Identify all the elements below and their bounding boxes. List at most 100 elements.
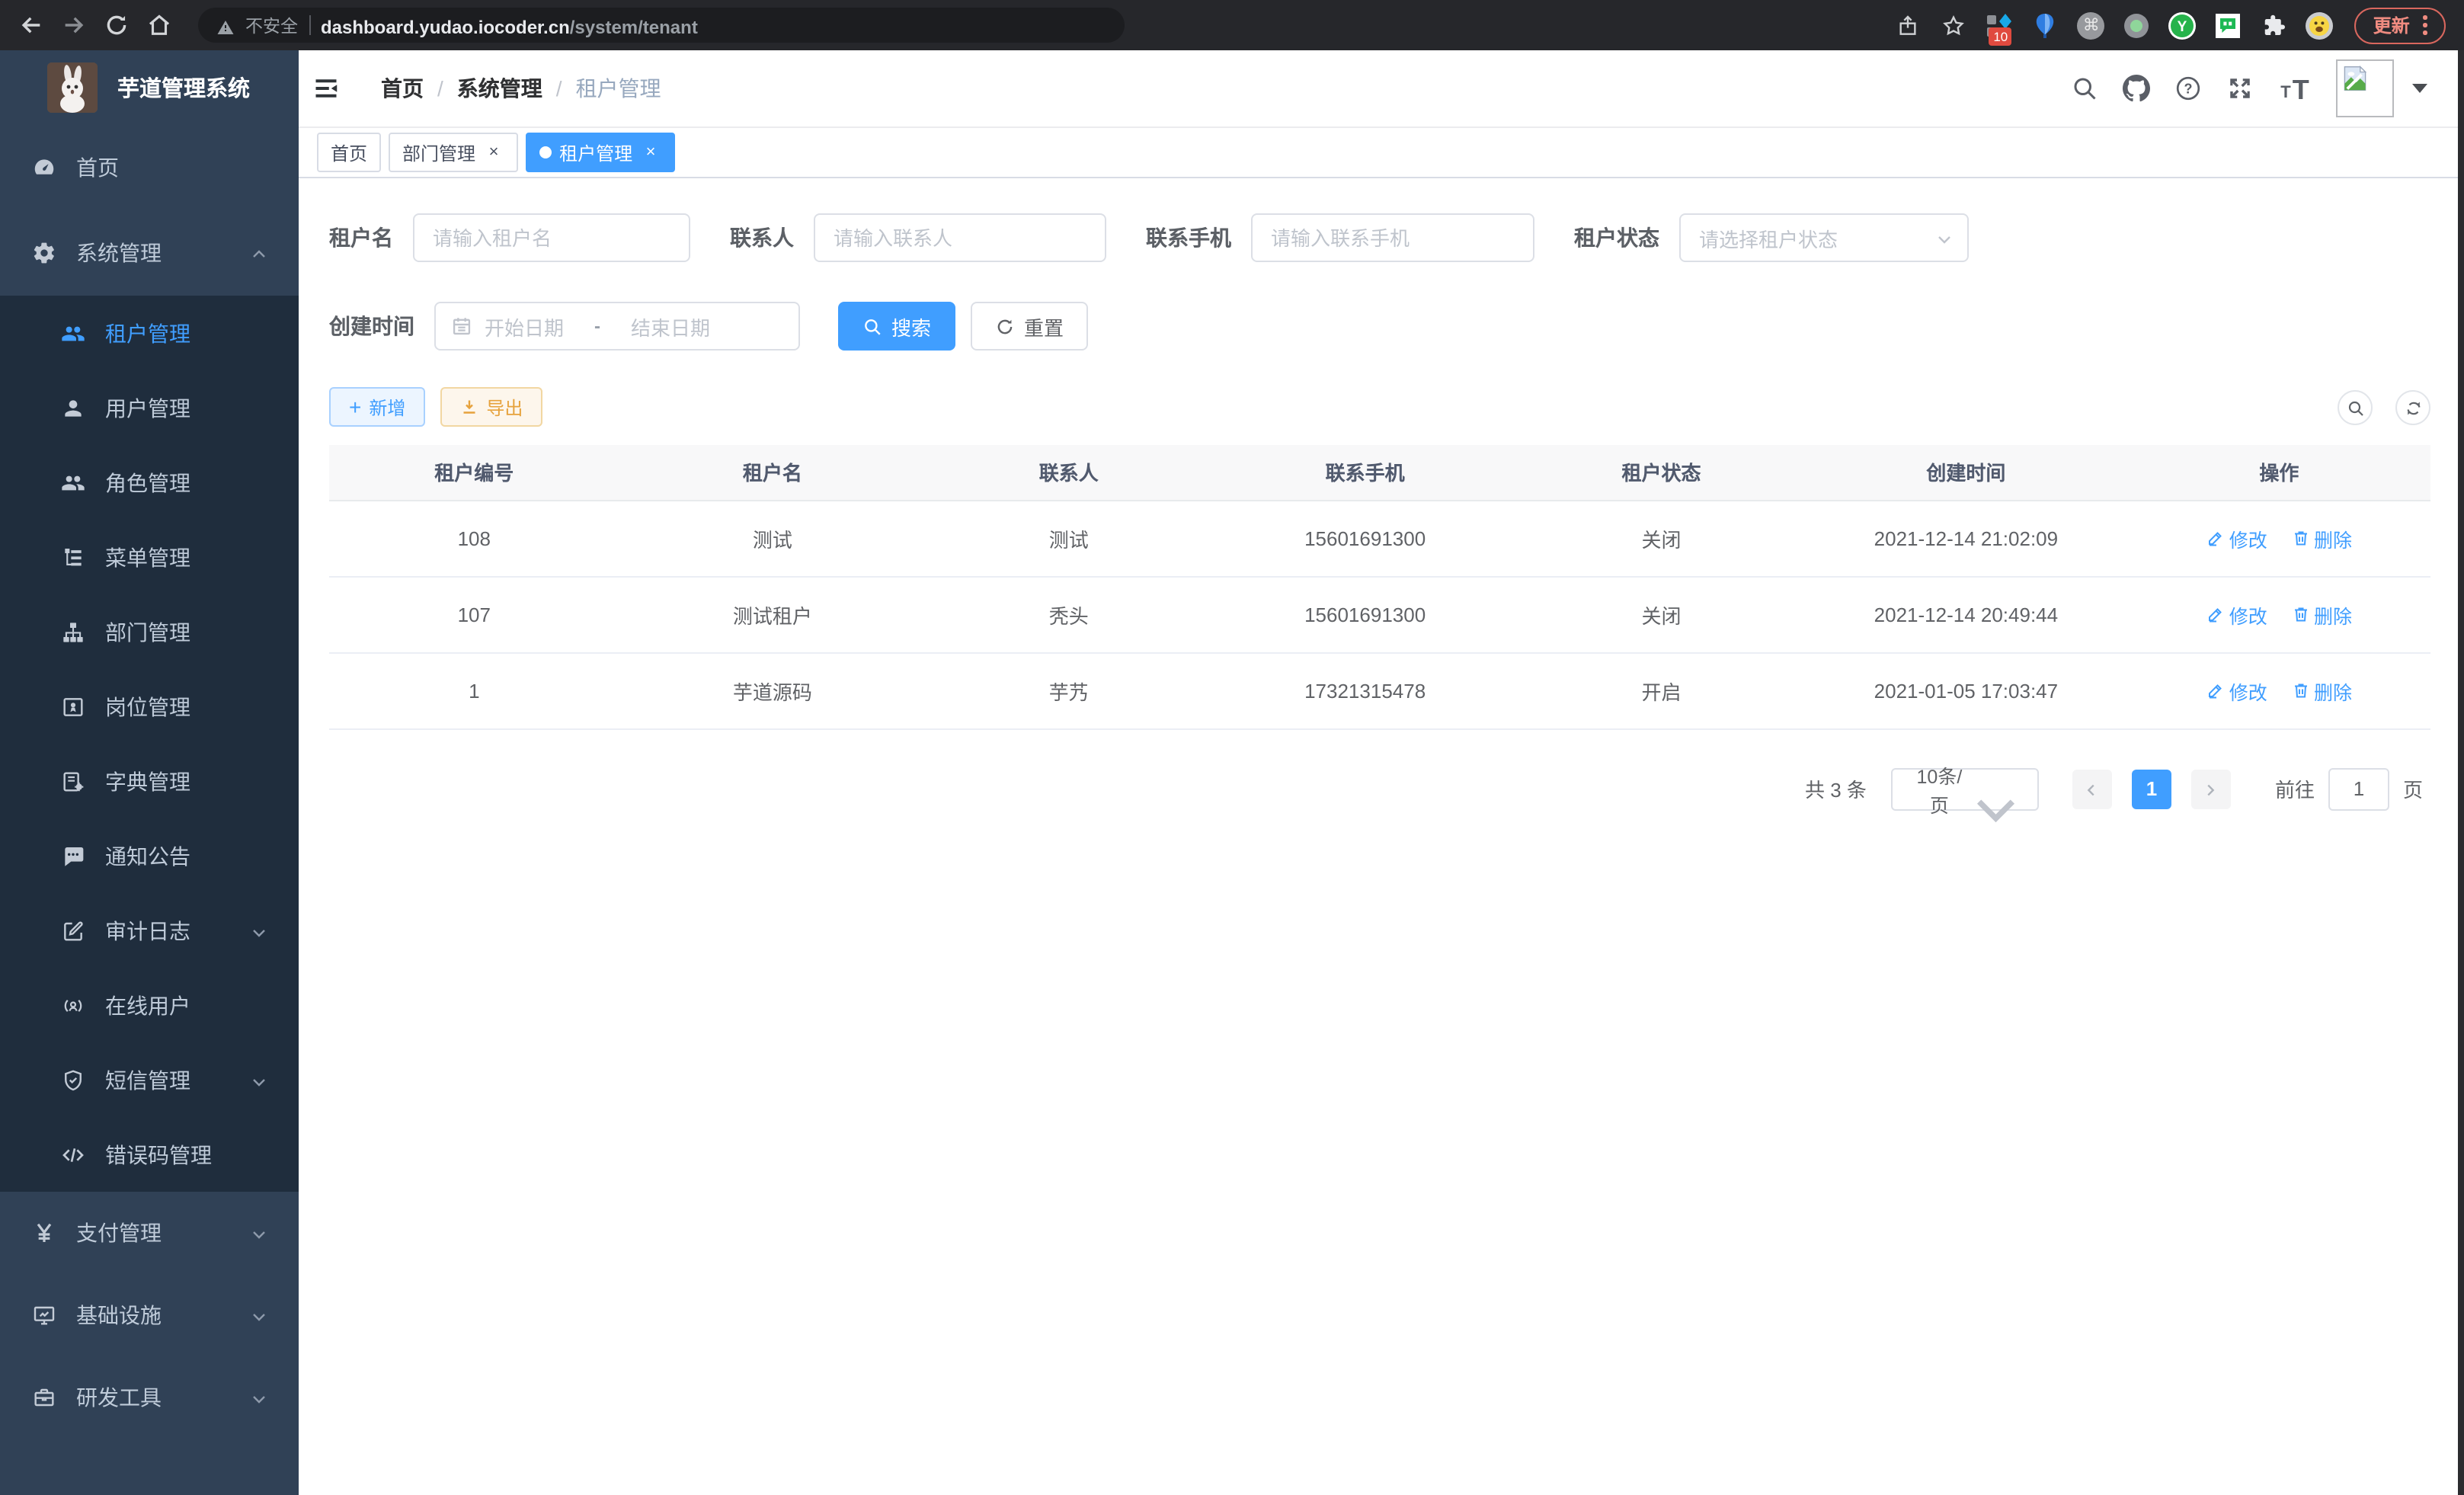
tab-dept[interactable]: 部门管理 ×	[389, 133, 518, 172]
sms-shield-icon	[61, 1068, 85, 1092]
sidebar-item-dev-tools[interactable]: 研发工具	[0, 1356, 299, 1439]
sidebar-item-dept[interactable]: 部门管理	[0, 594, 299, 669]
next-page-button[interactable]	[2191, 769, 2231, 808]
sidebar-item-system[interactable]: 系统管理	[0, 210, 299, 296]
sidebar-item-error-code[interactable]: 错误码管理	[0, 1117, 299, 1192]
sidebar-item-infra[interactable]: 基础设施	[0, 1274, 299, 1356]
sidebar-item-role[interactable]: 角色管理	[0, 445, 299, 520]
extension-balloon-icon[interactable]	[2032, 11, 2059, 39]
security-label[interactable]: 不安全	[245, 13, 298, 37]
header-search-icon[interactable]	[2071, 75, 2098, 102]
browser-update-button[interactable]: 更新	[2355, 7, 2446, 43]
sidebar-item-tenant[interactable]: 租户管理	[0, 296, 299, 370]
extension-y-icon[interactable]: Y	[2169, 11, 2197, 39]
contact-name-input[interactable]	[814, 213, 1106, 262]
omnibox-divider	[309, 15, 310, 35]
sidebar-item-pay[interactable]: 支付管理	[0, 1192, 299, 1274]
logo-image	[47, 62, 98, 113]
sidebar-collapse-icon[interactable]	[312, 75, 340, 102]
edit-link[interactable]: 修改	[2206, 600, 2267, 629]
sidebar-item-menu[interactable]: 菜单管理	[0, 520, 299, 594]
edit-link[interactable]: 修改	[2206, 676, 2267, 705]
table-row[interactable]: 108 测试 测试 15601691300 关闭 2021-12-14 21:0…	[329, 500, 2430, 576]
bookmark-star-icon[interactable]	[1942, 13, 1966, 37]
add-button[interactable]: + 新增	[329, 387, 425, 427]
chevron-down-icon	[1935, 229, 1954, 247]
sidebar-item-sms[interactable]: 短信管理	[0, 1042, 299, 1117]
t-big-glyph: T	[2293, 78, 2309, 102]
url-bar[interactable]: 不安全 dashboard.yudao.iocoder.cn/system/te…	[198, 8, 1125, 43]
cell-create-time: 2021-12-14 21:02:09	[1804, 500, 2128, 576]
sidebar-item-user[interactable]: 用户管理	[0, 370, 299, 445]
extension-chat-icon[interactable]	[2215, 11, 2242, 39]
table-row[interactable]: 1 芋道源码 芋艿 17321315478 开启 2021-01-05 17:0…	[329, 652, 2430, 728]
profile-avatar-icon[interactable]	[2306, 11, 2334, 39]
breadcrumb-home[interactable]: 首页	[381, 73, 424, 104]
cell-contact-mobile: 17321315478	[1211, 652, 1518, 728]
contact-mobile-input[interactable]	[1251, 213, 1534, 262]
notice-message-icon	[61, 844, 85, 868]
delete-link[interactable]: 删除	[2291, 676, 2352, 705]
sidebar-item-label: 审计日志	[105, 915, 190, 946]
refresh-table-button[interactable]	[2395, 389, 2430, 424]
sidebar-item-audit-log[interactable]: 审计日志	[0, 893, 299, 968]
sidebar-logo[interactable]: 芋道管理系统	[0, 50, 299, 125]
sidebar-item-online-user[interactable]: 在线用户	[0, 968, 299, 1042]
github-icon[interactable]	[2123, 75, 2150, 102]
close-icon[interactable]: ×	[640, 142, 661, 163]
close-icon[interactable]: ×	[483, 142, 504, 163]
filter-row-2: 创建时间 开始日期 - 结束日期 搜索	[329, 302, 2430, 351]
page-size-select[interactable]: 10条/页	[1891, 767, 2039, 810]
browser-menu-kebab-icon[interactable]	[2424, 15, 2427, 35]
filter-row-1: 租户名 联系人 联系手机 租户状态 请选择租户状态	[329, 213, 2430, 262]
extensions-puzzle-icon[interactable]	[2261, 11, 2288, 39]
browser-forward-icon[interactable]	[61, 12, 87, 38]
user-avatar[interactable]	[2336, 59, 2394, 117]
current-page-button[interactable]: 1	[2132, 769, 2171, 808]
font-size-icon[interactable]: T T	[2278, 75, 2312, 102]
refresh-icon	[2404, 398, 2422, 416]
sidebar-item-label: 通知公告	[105, 840, 190, 871]
filter-tenant-status: 租户状态 请选择租户状态	[1574, 213, 1969, 262]
toggle-search-button[interactable]	[2338, 389, 2373, 424]
sidebar-item-home[interactable]: 首页	[0, 125, 299, 210]
tab-tenant[interactable]: 租户管理 ×	[526, 133, 675, 172]
cell-actions: 修改 删除	[2128, 576, 2430, 652]
tenant-name-input[interactable]	[413, 213, 690, 262]
extension-grid-icon[interactable]: 10	[1986, 11, 2014, 39]
trash-icon	[2291, 529, 2309, 547]
svg-text:?: ?	[2184, 81, 2193, 96]
tab-home[interactable]: 首页	[317, 133, 381, 172]
export-button[interactable]: 导出	[440, 387, 542, 427]
tenant-status-select[interactable]: 请选择租户状态	[1679, 213, 1969, 262]
sidebar-item-notice[interactable]: 通知公告	[0, 818, 299, 893]
update-label: 更新	[2373, 12, 2410, 38]
help-icon[interactable]: ?	[2174, 75, 2202, 102]
table-row[interactable]: 107 测试租户 秃头 15601691300 关闭 2021-12-14 20…	[329, 576, 2430, 652]
top-navbar: 首页 / 系统管理 / 租户管理 ? T	[299, 50, 2464, 128]
browser-back-icon[interactable]	[18, 12, 44, 38]
delete-link[interactable]: 删除	[2291, 523, 2352, 552]
sidebar-item-post[interactable]: 岗位管理	[0, 669, 299, 744]
search-button[interactable]: 搜索	[838, 302, 955, 351]
cell-tenant-name: 测试	[619, 500, 926, 576]
browser-home-icon[interactable]	[146, 12, 172, 38]
reset-button[interactable]: 重置	[971, 302, 1088, 351]
prev-page-button[interactable]	[2072, 769, 2112, 808]
sidebar-item-label: 支付管理	[76, 1218, 162, 1248]
cell-contact-name: 测试	[926, 500, 1211, 576]
delete-link[interactable]: 删除	[2291, 600, 2352, 629]
edit-link[interactable]: 修改	[2206, 523, 2267, 552]
create-time-range-picker[interactable]: 开始日期 - 结束日期	[434, 302, 800, 351]
sidebar-item-dict[interactable]: 字典管理	[0, 744, 299, 818]
extension-record-icon[interactable]	[2123, 11, 2151, 39]
fullscreen-icon[interactable]	[2226, 75, 2254, 102]
navbar-actions: ? T T	[2071, 59, 2427, 117]
avatar-dropdown-caret-icon[interactable]	[2412, 84, 2427, 93]
chevron-up-icon	[250, 244, 268, 262]
breadcrumb-system[interactable]: 系统管理	[457, 73, 542, 104]
browser-reload-icon[interactable]	[104, 12, 130, 38]
goto-page-input[interactable]	[2328, 767, 2389, 810]
share-icon[interactable]	[1896, 13, 1921, 37]
extension-command-icon[interactable]: ⌘	[2078, 11, 2105, 39]
